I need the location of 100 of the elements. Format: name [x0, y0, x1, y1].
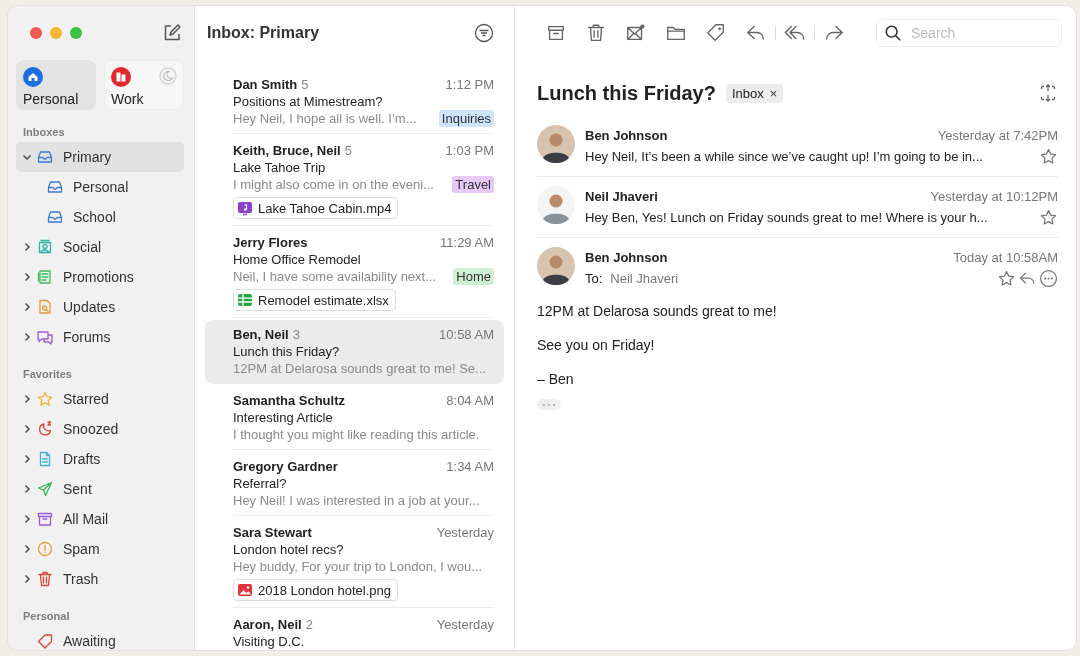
message-time: 1:34 AM [446, 458, 494, 475]
mailbox-item[interactable]: Updates [16, 292, 184, 322]
chevron-right-icon[interactable] [22, 272, 32, 282]
message-row[interactable]: Keith, Bruce, Neil 5 1:03 PM Lake Tahoe Trip I might also come in on the eveni... Travel Lake Tahoe Cabin.mp4 [205, 136, 504, 226]
message-preview: 12PM at Delarosa sounds great to me! Se... [233, 361, 486, 376]
mailbox-item[interactable]: Awaiting [16, 626, 184, 650]
mailbox-item[interactable]: School [16, 202, 184, 232]
attachment-chip[interactable]: 2018 London hotel.png [233, 579, 398, 601]
label-tag: Home [453, 268, 494, 285]
archive-box-icon [36, 510, 54, 528]
avatar [537, 247, 575, 285]
sender-name: Gregory Gardner [233, 458, 338, 475]
message-time: Yesterday [436, 524, 494, 541]
message-time: Yesterday at 7:42PM [937, 127, 1058, 143]
message-time: 1:12 PM [445, 76, 494, 93]
spreadsheet-icon [237, 292, 253, 308]
star-icon[interactable] [997, 268, 1016, 288]
message-time: Yesterday [436, 616, 494, 633]
inbox-tray-icon [46, 178, 64, 196]
account-tab[interactable]: Work [104, 60, 184, 110]
sender-name: Samantha Schultz [233, 392, 345, 409]
image-icon [237, 582, 253, 598]
sender-name: Aaron, Neil [233, 616, 302, 633]
chevron-right-icon[interactable] [22, 394, 32, 404]
sender-name: Neil Jhaveri [585, 188, 658, 204]
message-subject: London hotel recs? [233, 541, 345, 558]
chevron-right-icon[interactable] [22, 242, 32, 252]
message-row[interactable]: Jerry Flores 11:29 AM Home Office Remodel Neil, I have some availability next... Home Remodel estimate.xlsx [205, 228, 504, 318]
mailbox-item[interactable]: Spam [16, 534, 184, 564]
sender-name: Ben, Neil [233, 326, 289, 343]
body-paragraph: 12PM at Delarosa sounds great to me! [537, 303, 778, 320]
message-row[interactable]: Ben, Neil 3 10:58 AM Lunch this Friday? 12PM at Delarosa sounds great to me! Se... [205, 320, 504, 384]
chevron-right-icon[interactable] [22, 574, 32, 584]
message-time: 8:04 AM [446, 392, 494, 409]
message-time: 1:03 PM [445, 142, 494, 159]
house-icon [23, 67, 43, 87]
avatar [537, 186, 575, 224]
message-row[interactable]: Sara Stewart Yesterday London hotel recs? Hey buddy, For your trip to London, I wou... 2018 London hotel.png [205, 518, 504, 608]
document-search-icon [36, 298, 54, 316]
label-tag: Inquiries [438, 110, 494, 127]
mailbox-item[interactable]: Drafts [16, 444, 184, 474]
trash-icon [36, 570, 54, 588]
search-field[interactable]: Search [876, 19, 1062, 47]
thread-count: 3 [292, 326, 300, 343]
message-time: 11:29 AM [440, 234, 494, 251]
chevron-right-icon[interactable] [22, 544, 32, 554]
mailbox-item[interactable]: Sent [16, 474, 184, 504]
star-icon [36, 390, 54, 408]
mailbox-item[interactable]: Personal [16, 172, 184, 202]
message-preview: I might also come in on the eveni... [233, 177, 434, 192]
close-button[interactable] [30, 27, 42, 39]
mailbox-item[interactable]: Trash [16, 564, 184, 594]
filter-icon[interactable] [474, 23, 494, 43]
tag-icon[interactable] [705, 22, 727, 44]
ellipsis-icon [541, 402, 557, 407]
chevron-right-icon[interactable] [22, 514, 32, 524]
compose-icon[interactable] [162, 23, 182, 43]
body-paragraph: See you on Friday! [537, 337, 656, 354]
mailbox-item[interactable]: All Mail [16, 504, 184, 534]
section-heading: Inboxes [23, 126, 66, 138]
message-preview: Hey Neil, I hope all is well. I’m... [233, 111, 417, 126]
attachment-chip[interactable]: Lake Tahoe Cabin.mp4 [233, 197, 399, 219]
star-icon[interactable] [1039, 146, 1058, 166]
star-icon[interactable] [1039, 207, 1058, 227]
mailbox-item[interactable]: Forums [16, 322, 184, 352]
remove-label-button[interactable]: × [769, 85, 778, 101]
avatar [537, 125, 575, 163]
speech-bubbles-icon [36, 328, 54, 346]
paper-plane-icon [36, 480, 54, 498]
trash-icon[interactable] [585, 22, 607, 44]
message-preview: Hey buddy, For your trip to London, I wou... [233, 559, 483, 574]
message-row[interactable]: Samantha Schultz 8:04 AM Interesting Article I thought you might like reading this article. [205, 386, 504, 450]
message-row[interactable]: Dan Smith 5 1:12 PM Positions at Mimestream? Hey Neil, I hope all is well. I’m... Inquiries [205, 70, 504, 134]
mailbox-item[interactable]: Social [16, 232, 184, 262]
sender-name: Jerry Flores [233, 234, 308, 251]
to-label: To: [585, 270, 603, 286]
message-row[interactable]: Gregory Gardner 1:34 AM Referral? Hey Neil! I was interested in a job at your... [205, 452, 504, 516]
message-time: 10:58 AM [439, 326, 494, 343]
chevron-right-icon[interactable] [22, 424, 32, 434]
chevron-right-icon[interactable] [22, 454, 32, 464]
chevron-right-icon[interactable] [22, 302, 32, 312]
chevron-down-icon[interactable] [22, 152, 32, 162]
chevron-right-icon[interactable] [22, 484, 32, 494]
chevron-right-icon[interactable] [22, 332, 32, 342]
message-preview: Neil, I have some availability next... [233, 269, 437, 284]
attachment-chip[interactable]: Remodel estimate.xlsx [233, 289, 396, 311]
more-icon[interactable] [1039, 268, 1058, 288]
mailbox-item[interactable]: Primary [16, 142, 184, 172]
building-icon [111, 67, 131, 87]
mailbox-item[interactable]: Starred [16, 384, 184, 414]
expand-icon[interactable] [1038, 83, 1058, 103]
message-preview: Hey Neil! I was interested in a job at your... [233, 493, 480, 508]
message-row[interactable]: Aaron, Neil 2 Yesterday Visiting D.C. [205, 610, 504, 650]
message-subject: Lake Tahoe Trip [233, 159, 327, 176]
sender-name: Ben Johnson [585, 249, 668, 265]
account-tab[interactable]: Personal [16, 60, 96, 110]
label-tag: Travel [452, 176, 494, 193]
mailbox-item[interactable]: Promotions [16, 262, 184, 292]
sender-name: Sara Stewart [233, 524, 312, 541]
mailbox-item[interactable]: Snoozed [16, 414, 184, 444]
